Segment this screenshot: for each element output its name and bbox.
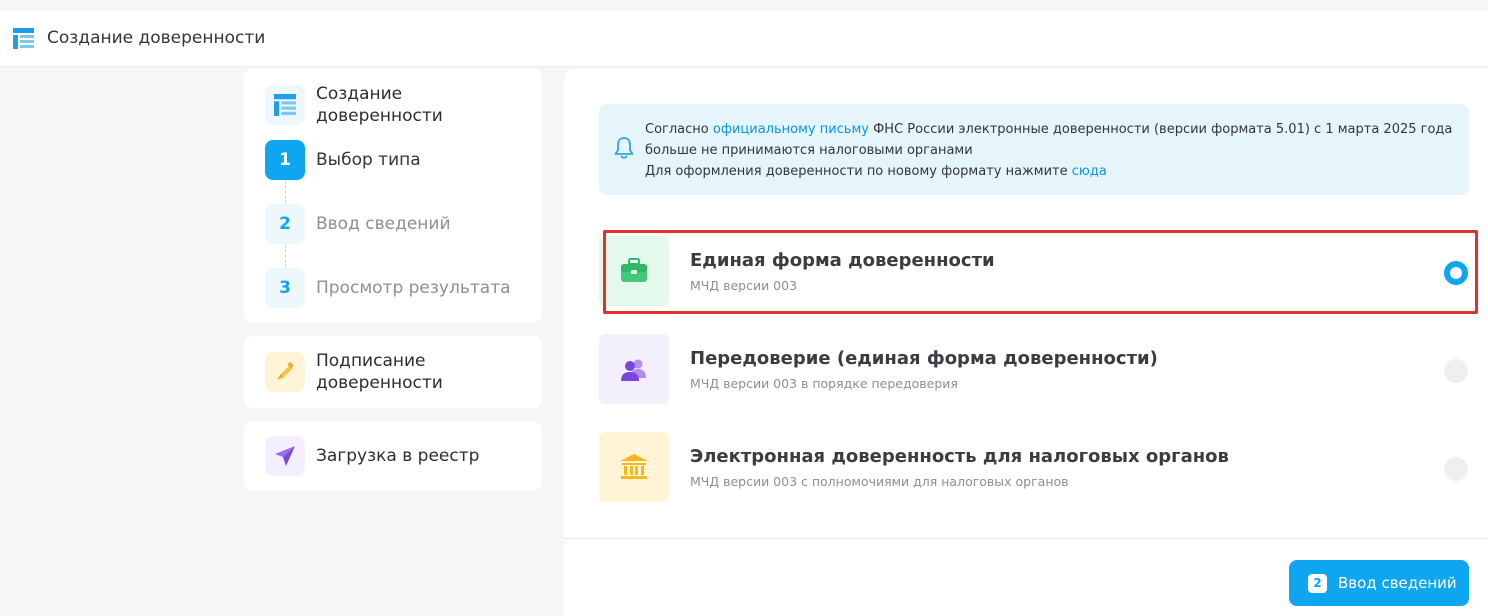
paper-plane-icon — [275, 446, 295, 466]
pen-icon — [277, 361, 294, 380]
bank-icon — [620, 454, 648, 479]
selection-highlight-frame — [603, 230, 1478, 314]
option-title: Электронная доверенность для налоговых о… — [690, 446, 1229, 467]
option-icon-box — [599, 334, 669, 404]
form-icon — [13, 27, 34, 49]
upload-section[interactable]: Загрузка в реестр — [244, 422, 542, 490]
footer-divider — [564, 538, 1488, 539]
option-radio[interactable] — [1444, 457, 1468, 481]
option-icon-box — [599, 432, 669, 502]
option-title: Передоверие (единая форма доверенности) — [690, 348, 1158, 369]
upload-section-title: Загрузка в реестр — [316, 446, 480, 466]
step-1-label[interactable]: Выбор типа — [316, 149, 421, 171]
option-redelegation[interactable]: Передоверие (единая форма доверенности) … — [599, 334, 1479, 406]
option-subtitle: МЧД версии 003 в порядке передоверия — [690, 376, 958, 391]
form-icon — [274, 94, 296, 116]
new-format-link[interactable]: сюда — [1072, 164, 1107, 179]
step-3-label[interactable]: Просмотр результата — [316, 277, 511, 299]
main-panel: Согласно официальному письму ФНС России … — [564, 69, 1488, 616]
notice-paragraph-2: Для оформления доверенности по новому фо… — [645, 161, 1460, 182]
users-icon — [621, 359, 646, 381]
info-notice: Согласно официальному письму ФНС России … — [599, 104, 1469, 195]
step-badge: 2 — [1308, 573, 1327, 593]
notice-paragraph-1: Согласно официальному письму ФНС России … — [645, 119, 1460, 161]
top-strip — [0, 0, 1488, 10]
step-connector — [285, 245, 286, 267]
create-section-icon-box — [265, 85, 305, 125]
step-3-number[interactable]: 3 — [265, 268, 305, 308]
option-tax-authority[interactable]: Электронная доверенность для налоговых о… — [599, 432, 1479, 504]
app-header: Создание доверенности — [0, 10, 1488, 67]
notice-text-1a: Согласно — [645, 122, 713, 137]
sign-section-title: Подписание доверенности — [316, 351, 443, 393]
page-title: Создание доверенности — [47, 28, 266, 48]
notice-text-2a: Для оформления доверенности по новому фо… — [645, 164, 1072, 179]
notice-text: Согласно официальному письму ФНС России … — [645, 119, 1460, 182]
sign-section[interactable]: Подписание доверенности — [244, 336, 542, 408]
step-2-number[interactable]: 2 — [265, 204, 305, 244]
upload-icon-box — [265, 436, 305, 476]
sign-icon-box — [265, 352, 305, 392]
official-letter-link[interactable]: официальному письму — [713, 122, 869, 137]
bell-icon — [614, 137, 634, 159]
step-connector — [285, 181, 286, 203]
option-subtitle: МЧД версии 003 с полномочиями для налого… — [690, 474, 1069, 489]
create-section-title: Создание доверенности — [316, 84, 443, 126]
next-step-button[interactable]: 2 Ввод сведений — [1289, 560, 1469, 606]
next-step-label: Ввод сведений — [1338, 574, 1457, 592]
create-section: Создание доверенности 1 Выбор типа 2 Вво… — [244, 69, 542, 322]
step-1-number[interactable]: 1 — [265, 140, 305, 180]
step-2-label[interactable]: Ввод сведений — [316, 213, 451, 235]
option-radio[interactable] — [1444, 359, 1468, 383]
